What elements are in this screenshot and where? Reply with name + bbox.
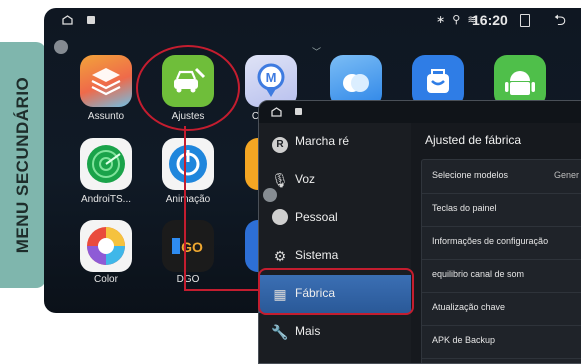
- notification-icon: [87, 16, 95, 24]
- option-value: Gener: [554, 170, 580, 180]
- app-label: AndroiTS...: [80, 194, 132, 205]
- svg-text:M: M: [266, 70, 277, 85]
- panel-status-bar: [259, 101, 581, 123]
- side-label: MENU SECUNDÁRIO: [13, 76, 32, 254]
- callout-line-horizontal: [184, 289, 258, 291]
- option-row-equilibrio-som[interactable]: equilibrio canal de som: [422, 259, 581, 293]
- app-androits[interactable]: [80, 138, 132, 190]
- layers-theme-icon: [91, 68, 121, 96]
- option-row-selecione-modelos[interactable]: Selecione modelos Gener: [422, 160, 581, 194]
- option-row-informacoes-configuracao[interactable]: Informações de configuração: [422, 226, 581, 260]
- app-label: DGO: [176, 274, 200, 285]
- notification-icon: [295, 108, 302, 115]
- factory-settings-pane: Ajusted de fábrica Selecione modelos Gen…: [411, 123, 581, 363]
- menu-item-label: Marcha ré: [295, 134, 350, 148]
- dgo-logo-icon: GO: [172, 238, 203, 255]
- color-wheel-icon: [87, 227, 125, 265]
- menu-item-label: Mais: [295, 324, 321, 338]
- app-assunto[interactable]: [80, 55, 132, 107]
- menu-item-marcha-re[interactable]: R Marcha ré: [259, 123, 411, 161]
- person-icon: [271, 209, 289, 227]
- pane-title: Ajusted de fábrica: [425, 133, 522, 147]
- gps-test-icon: [87, 145, 125, 183]
- home-icon[interactable]: [62, 15, 73, 25]
- settings-sidebar: R Marcha ré 🎙 Voz Pessoal ⚙ Sistema ▦ Fá…: [259, 123, 411, 363]
- recent-apps-icon[interactable]: [520, 14, 530, 27]
- menu-item-label: Pessoal: [295, 210, 338, 224]
- clock: 16:20: [472, 12, 508, 28]
- app-label: Color: [94, 274, 118, 285]
- option-row-apk-backup[interactable]: APK de Backup: [422, 325, 581, 359]
- option-label: Informações de configuração: [432, 236, 549, 246]
- callout-line-vertical: [184, 126, 186, 290]
- option-label: Atualização chave: [432, 302, 506, 312]
- app-animacao[interactable]: [162, 138, 214, 190]
- wrench-icon: 🔧: [271, 324, 289, 340]
- home-icon[interactable]: [271, 107, 282, 117]
- app-label: Assunto: [87, 111, 125, 122]
- app-partial[interactable]: [245, 220, 259, 272]
- fabrica-highlight-box: [258, 268, 414, 315]
- option-row-teclas-painel[interactable]: Teclas do painel: [422, 193, 581, 227]
- microphone-icon: 🎙: [271, 172, 289, 188]
- option-label: APK de Backup: [432, 335, 496, 345]
- app-label: Animação: [165, 194, 211, 205]
- floating-dot[interactable]: [263, 188, 277, 202]
- app-partial[interactable]: [245, 138, 259, 190]
- ajustes-highlight-circle: [136, 45, 240, 131]
- menu-item-voz[interactable]: 🎙 Voz: [259, 161, 411, 199]
- app-color[interactable]: [80, 220, 132, 272]
- gears-icon: ⚙: [273, 248, 287, 264]
- menu-item-label: Voz: [295, 172, 316, 186]
- option-label: Teclas do painel: [432, 203, 497, 213]
- app-dgo[interactable]: GO: [162, 220, 214, 272]
- menu-item-mais[interactable]: 🔧 Mais: [259, 313, 411, 351]
- chevron-down-icon[interactable]: ﹀: [312, 45, 321, 58]
- factory-options-list: Selecione modelos Gener Teclas do painel…: [421, 159, 581, 363]
- option-row-atualizacao-chave[interactable]: Atualização chave: [422, 292, 581, 326]
- settings-panel: R Marcha ré 🎙 Voz Pessoal ⚙ Sistema ▦ Fá…: [258, 100, 581, 364]
- back-icon[interactable]: ⮌: [554, 10, 566, 35]
- floating-dot[interactable]: [54, 40, 68, 54]
- r-gear-icon: R: [271, 133, 289, 153]
- option-label: equilibrio canal de som: [432, 269, 525, 279]
- menu-item-pessoal[interactable]: Pessoal: [259, 199, 411, 237]
- menu-item-label: Sistema: [295, 248, 339, 262]
- option-label: Selecione modelos: [432, 170, 509, 180]
- power-circle-icon: [169, 145, 207, 183]
